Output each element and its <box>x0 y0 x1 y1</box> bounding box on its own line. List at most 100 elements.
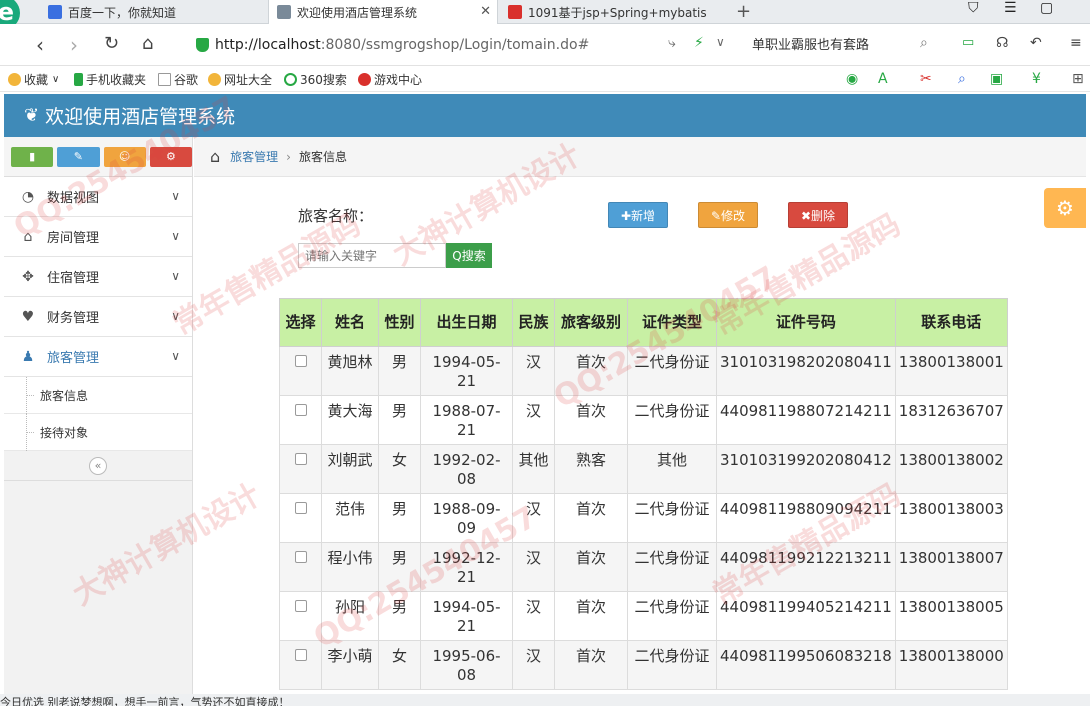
bookmark-favorites[interactable]: 收藏 ∨ <box>8 71 59 88</box>
users-icon[interactable]: ☺ <box>103 146 146 167</box>
table-cell: 13800138007 <box>894 542 1008 592</box>
table-cell: 刘朝武 <box>321 444 379 494</box>
home-icon[interactable]: ⌂ <box>142 33 153 54</box>
new-tab-icon[interactable]: + <box>736 1 751 22</box>
add-button[interactable]: ✚新增 <box>608 202 668 228</box>
search-icon[interactable]: ⌕ <box>920 35 928 51</box>
keyword-input[interactable] <box>298 243 446 268</box>
sidebar-item-rooms[interactable]: ⌂ 房间管理 ∨ <box>4 217 192 257</box>
edit-button[interactable]: ✎修改 <box>698 202 758 228</box>
bookmark-label: 手机收藏夹 <box>86 73 147 87</box>
menu-icon[interactable]: ☰ <box>1004 0 1017 16</box>
table-cell: 二代身份证 <box>627 493 717 543</box>
sidebar-item-lodging[interactable]: ✥ 住宿管理 ∨ <box>4 257 192 297</box>
column-header[interactable]: 旅客级别 <box>554 298 628 347</box>
row-checkbox[interactable] <box>294 404 307 416</box>
bookmark-mobile[interactable]: 手机收藏夹 <box>74 71 146 88</box>
bookmark-google[interactable]: 谷歌 <box>158 71 198 88</box>
leaf-icon: ❦ <box>24 105 40 126</box>
table-cell: 首次 <box>554 395 628 445</box>
row-select-cell <box>279 346 322 396</box>
app-header: ❦ 欢迎使用酒店管理系统 <box>4 94 1086 137</box>
table-row[interactable]: 孙阳 男 1994-05-21 汉 首次 二代身份证 4409811994052… <box>279 591 1008 641</box>
breadcrumb-section[interactable]: 旅客管理 <box>230 148 278 165</box>
column-header[interactable]: 证件号码 <box>716 298 896 347</box>
address-bar: ‹ › ↻ ⌂ http://localhost:8080/ssmgrogsho… <box>0 24 1090 66</box>
table-row[interactable]: 黄大海 男 1988-07-21 汉 首次 二代身份证 440981198807… <box>279 395 1008 445</box>
column-header[interactable]: 性别 <box>378 298 421 347</box>
row-checkbox[interactable] <box>294 600 307 612</box>
table-cell: 二代身份证 <box>627 395 717 445</box>
bookmark-label: 收藏 <box>24 73 49 87</box>
scissors-icon[interactable]: ✂ <box>920 71 932 87</box>
share-icon[interactable]: ⤷ <box>668 35 676 51</box>
sidebar-item-label: 房间管理 <box>47 231 100 246</box>
bookmark-directory[interactable]: 网址大全 <box>208 71 272 88</box>
bookmark-label: 游戏中心 <box>374 73 423 87</box>
table-row[interactable]: 范伟 男 1988-09-09 汉 首次 二代身份证 4409811988090… <box>279 493 1008 543</box>
column-header[interactable]: 联系电话 <box>894 298 1008 347</box>
shirt-icon[interactable]: ⛉ <box>968 0 979 16</box>
table-cell: 440981199405214211 <box>716 591 896 641</box>
column-header[interactable]: 出生日期 <box>420 298 513 347</box>
column-header[interactable]: 姓名 <box>321 298 379 347</box>
table-row[interactable]: 黄旭林 男 1994-05-21 汉 首次 二代身份证 310103198202… <box>279 346 1008 396</box>
bookmark-games[interactable]: 游戏中心 <box>358 71 422 88</box>
more-menu-icon[interactable]: ≡ <box>1070 35 1082 51</box>
table-row[interactable]: 刘朝武 女 1992-02-08 其他 熟客 其他 31010319920208… <box>279 444 1008 494</box>
settings-gear-icon[interactable]: ⚙ <box>1044 188 1086 228</box>
table-cell: 男 <box>378 542 421 592</box>
signal-icon[interactable]: ▮ <box>11 146 54 167</box>
apps-grid-icon[interactable]: ⊞ <box>1072 71 1084 87</box>
sidebar-item-data-view[interactable]: ◔ 数据视图 ∨ <box>4 177 192 217</box>
sidebar: ▮ ✎ ☺ ⚙ ◔ 数据视图 ∨ ⌂ 房间管理 ∨ ✥ 住宿管理 ∨ ♥ 财务管… <box>4 137 193 706</box>
row-checkbox[interactable] <box>294 453 307 465</box>
gamepad-icon[interactable]: ▣ <box>990 71 1003 87</box>
browser-tab-baidu[interactable]: 百度一下，你就知道 <box>40 0 266 24</box>
maximize-icon[interactable]: ▢ <box>1040 0 1053 16</box>
close-tab-icon[interactable]: ✕ <box>480 4 491 19</box>
wechat-icon[interactable]: ◉ <box>846 71 858 87</box>
table-row[interactable]: 李小萌 女 1995-06-08 汉 首次 二代身份证 440981199506… <box>279 640 1008 690</box>
forward-icon[interactable]: › <box>70 33 78 57</box>
sidebar-subitem-reception[interactable]: 接待对象 <box>4 414 192 451</box>
sidebar-item-finance[interactable]: ♥ 财务管理 ∨ <box>4 297 192 337</box>
browser-tab-hotel[interactable]: 欢迎使用酒店管理系统 ✕ <box>268 0 498 24</box>
double-chevron-left-icon[interactable]: « <box>89 457 107 475</box>
search-button[interactable]: Q搜索 <box>446 243 492 268</box>
table-cell: 程小伟 <box>321 542 379 592</box>
delete-button[interactable]: ✖删除 <box>788 202 848 228</box>
row-checkbox[interactable] <box>294 649 307 661</box>
home-icon[interactable]: ⌂ <box>210 147 220 166</box>
row-checkbox[interactable] <box>294 355 307 367</box>
sidebar-subitem-guest-info[interactable]: 旅客信息 <box>4 377 192 414</box>
table-cell: 黄旭林 <box>321 346 379 396</box>
table-row[interactable]: 程小伟 男 1992-12-21 汉 首次 二代身份证 440981199212… <box>279 542 1008 592</box>
pencil-icon[interactable]: ✎ <box>57 146 100 167</box>
yen-icon[interactable]: ¥ <box>1032 71 1041 87</box>
row-checkbox[interactable] <box>294 551 307 563</box>
table-cell: 汉 <box>512 493 555 543</box>
browser-tab-project[interactable]: 1091基于jsp+Spring+mybatis <box>500 0 730 24</box>
headphone-icon[interactable]: ☊ <box>996 35 1008 51</box>
cogs-icon[interactable]: ⚙ <box>149 146 192 167</box>
chevron-down-icon[interactable]: ∨ <box>716 35 725 49</box>
url-field[interactable]: http://localhost:8080/ssmgrogshop/Login/… <box>196 31 736 59</box>
reload-icon[interactable]: ↻ <box>104 33 119 54</box>
sidebar-item-guests[interactable]: ♟ 旅客管理 ∨ <box>4 337 192 377</box>
magnifier-icon[interactable]: ⌕ <box>958 71 966 87</box>
translate-icon[interactable]: A <box>878 71 888 87</box>
table-cell: 1995-06-08 <box>420 640 513 690</box>
back-icon[interactable]: ‹ <box>36 33 44 57</box>
row-select-cell <box>279 542 322 592</box>
undo-icon[interactable]: ↶ <box>1030 35 1042 51</box>
status-bar: 今日优选 别老说梦想啊，想手一前言，气势还不如直接成！ <box>0 694 1090 706</box>
phone-icon <box>74 73 83 86</box>
column-header[interactable]: 民族 <box>512 298 555 347</box>
column-header[interactable]: 证件类型 <box>627 298 717 347</box>
search-field[interactable]: 单职业霸服也有套路 <box>752 34 942 56</box>
bookmark-red-icon <box>508 5 522 19</box>
lightning-icon[interactable]: ⚡ <box>694 35 704 51</box>
bookmark-360[interactable]: 360搜索 <box>284 71 347 88</box>
row-checkbox[interactable] <box>294 502 307 514</box>
